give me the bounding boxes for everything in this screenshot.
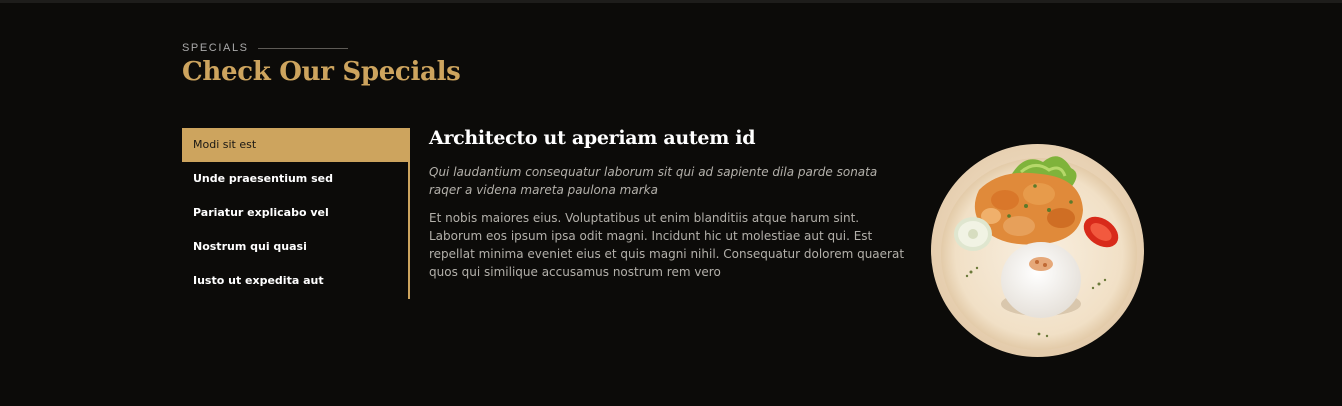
special-details: Architecto ut aperiam autem id Qui lauda… (429, 127, 909, 281)
tab-modi-sit-est[interactable]: Modi sit est (182, 128, 408, 162)
top-border (0, 0, 1342, 3)
special-description: Et nobis maiores eius. Voluptatibus ut e… (429, 211, 905, 279)
tab-nostrum-qui-quasi[interactable]: Nostrum qui quasi (182, 230, 408, 264)
special-title: Architecto ut aperiam autem id (429, 127, 756, 149)
special-lead-text: Qui laudantium consequatur laborum sit q… (429, 165, 878, 197)
section-eyebrow-text: Specials (182, 42, 249, 54)
tab-unde-praesentium-sed[interactable]: Unde praesentium sed (182, 162, 408, 196)
tab-pariatur-explicabo-vel[interactable]: Pariatur explicabo vel (182, 196, 408, 230)
food-plate-image (931, 144, 1144, 357)
specials-tab-list: Modi sit est Unde praesentium sed Pariat… (182, 128, 410, 299)
section-eyebrow: Specials (182, 42, 461, 54)
eyebrow-divider (257, 47, 348, 49)
tab-iusto-ut-expedita-aut[interactable]: Iusto ut expedita aut (182, 264, 408, 298)
section-title: Check Our Specials (182, 57, 461, 87)
section-header: Specials Check Our Specials (182, 42, 461, 87)
